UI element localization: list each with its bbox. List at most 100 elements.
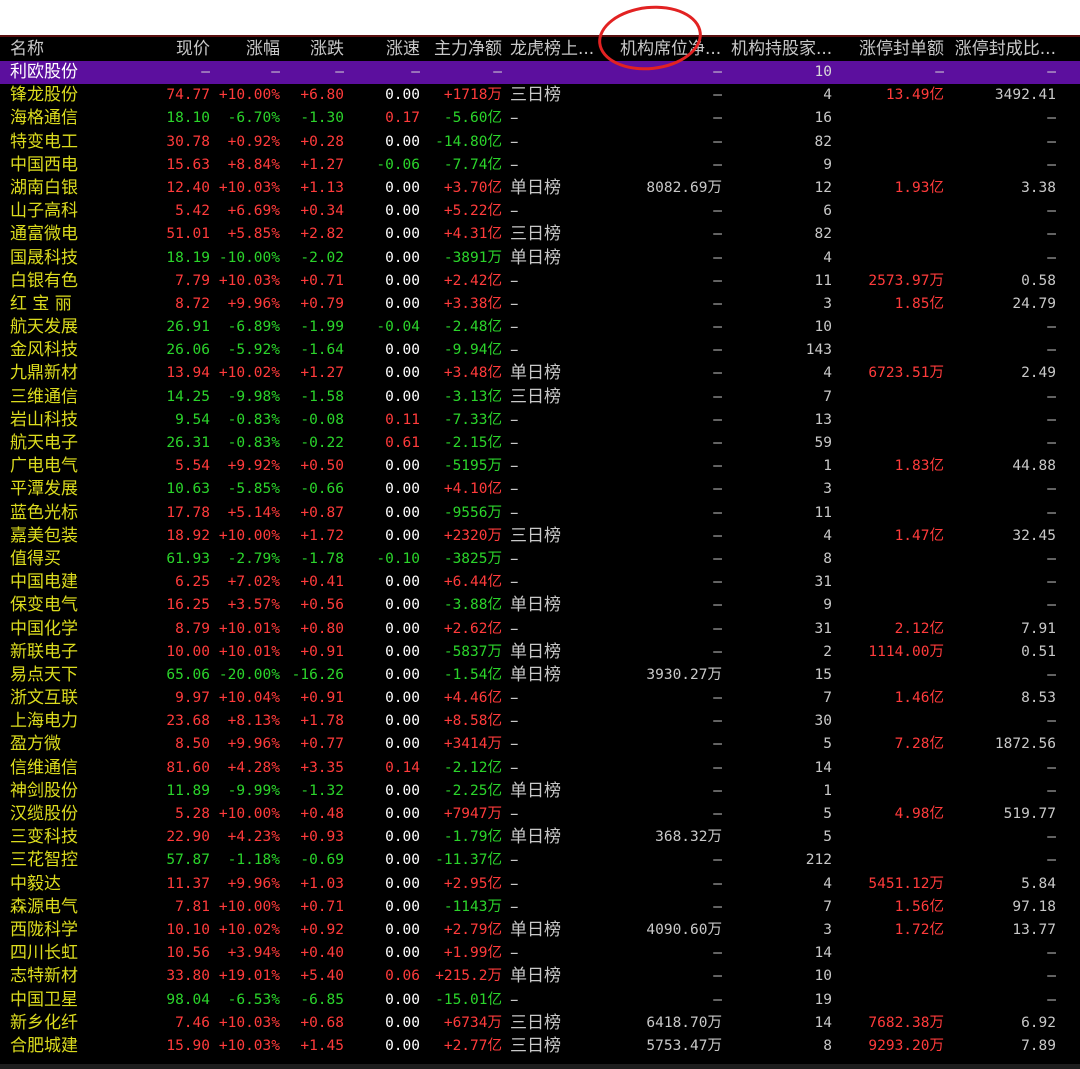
table-row[interactable]: 中国化学 8.79 +10.01% +0.80 0.00 +2.62亿 – –31 2.12亿 7… (0, 618, 1080, 641)
table-row[interactable]: 中国西电 15.63 +8.84% +1.27 -0.06 -7.74亿 – –9– – (0, 154, 1080, 177)
table-row[interactable]: 航天电子 26.31 -0.83% -0.22 0.61 -2.15亿 – –59– – (0, 432, 1080, 455)
cell-main-net: -5195万 (443, 458, 502, 475)
cell-limit-seal-amount: – (935, 226, 944, 243)
cell-limit-seal-ratio: – (1047, 226, 1056, 243)
table-row[interactable]: 上海电力 23.68 +8.13% +1.78 0.00 +8.58亿 – –30– – (0, 710, 1080, 733)
cell-speed: – (411, 64, 420, 80)
cell-limit-seal-ratio: 24.79 (1012, 295, 1056, 312)
cell-dragon-tiger: – (510, 618, 519, 639)
table-row[interactable]: 信维通信 81.60 +4.28% +3.35 0.14 -2.12亿 – –14– – (0, 757, 1080, 780)
cell-main-net: +4.31亿 (443, 226, 502, 243)
table-row[interactable]: 嘉美包装 18.92 +10.00% +1.72 0.00 +2320万 三日榜 – 4 1.47… (0, 525, 1080, 548)
table-row[interactable]: 西陇科学 10.10 +10.02% +0.92 0.00 +2.79亿 单日榜 4090.6… (0, 919, 1080, 942)
cell-limit-seal-ratio: – (1047, 110, 1056, 127)
table-row[interactable]: 平潭发展 10.63 -5.85% -0.66 0.00 +4.10亿 – –3– – (0, 478, 1080, 501)
col-header-limit-seal-amount[interactable]: 涨停封单额 (836, 37, 944, 61)
cell-change-pct: +3.57% (227, 597, 280, 614)
table-row[interactable]: 岩山科技 9.54 -0.83% -0.08 0.11 -7.33亿 – –13– – (0, 409, 1080, 432)
cell-change-pct: +5.14% (227, 504, 280, 521)
cell-change: +0.91 (300, 690, 344, 707)
cell-speed: 0.00 (385, 342, 420, 359)
table-row[interactable]: 神剑股份 11.89 -9.99% -1.32 0.00 -2.25亿 单日榜 – 1 – – (0, 780, 1080, 803)
cell-main-net: -2.48亿 (443, 319, 502, 336)
cell-limit-seal-ratio: – (1047, 782, 1056, 799)
table-row[interactable]: 通富微电 51.01 +5.85% +2.82 0.00 +4.31亿 三日榜 – 82 – – (0, 223, 1080, 246)
table-row[interactable]: 汉缆股份 5.28 +10.00% +0.48 0.00 +7947万 – –5 4.98亿 51… (0, 803, 1080, 826)
table-row[interactable]: 九鼎新材 13.94 +10.02% +1.27 0.00 +3.48亿 单日榜 – 4 6723… (0, 362, 1080, 385)
table-row[interactable]: 白银有色 7.79 +10.03% +0.71 0.00 +2.42亿 – –11 2573.9… (0, 270, 1080, 293)
col-header-name[interactable]: 名称 (10, 37, 140, 61)
cell-change: +0.80 (300, 620, 344, 637)
cell-price: 6.25 (175, 574, 210, 591)
cell-inst-seat-net: – (713, 875, 722, 892)
cell-change-pct: +4.23% (227, 829, 280, 846)
table-row[interactable]: 新乡化纤 7.46 +10.03% +0.68 0.00 +6734万 三日榜 6418.70… (0, 1012, 1080, 1035)
table-row[interactable]: 海格通信 18.10 -6.70% -1.30 0.17 -5.60亿 – –16– – (0, 107, 1080, 130)
cell-speed: 0.00 (385, 597, 420, 614)
col-header-inst-seat-net[interactable]: 机构席位净... (600, 37, 722, 61)
table-row[interactable]: 红 宝 丽 8.72 +9.96% +0.79 0.00 +3.38亿 – –3 1.85亿 24… (0, 293, 1080, 316)
cell-speed: 0.00 (385, 782, 420, 799)
col-header-inst-holders[interactable]: 机构持股家... (726, 37, 832, 61)
table-row[interactable]: 浙文互联 9.97 +10.04% +0.91 0.00 +4.46亿 – –7 1.46亿 8.… (0, 687, 1080, 710)
cell-main-net: -3.88亿 (443, 597, 502, 614)
table-row[interactable]: 国晟科技 18.19 -10.00% -2.02 0.00 -3891万 单日榜 – 4 – – (0, 247, 1080, 270)
cell-stock-name: 易点天下 (10, 664, 78, 685)
table-row[interactable]: 三花智控 57.87 -1.18% -0.69 0.00 -11.37亿 – –212– – (0, 849, 1080, 872)
table-row[interactable]: 志特新材 33.80 +19.01% +5.40 0.06 +215.2万 单日榜 – 10 – – (0, 965, 1080, 988)
cell-price: 8.72 (175, 295, 210, 312)
cell-dragon-tiger: – (510, 734, 519, 755)
cell-price: 9.54 (175, 411, 210, 428)
cell-stock-name: 新乡化纤 (10, 1012, 78, 1033)
table-row[interactable]: 特变电工 30.78 +0.92% +0.28 0.00 -14.80亿 – –82– – (0, 131, 1080, 154)
col-header-price[interactable]: 现价 (140, 37, 210, 61)
col-header-change-pct[interactable]: 涨幅 (212, 37, 280, 61)
cell-inst-holders: 1 (823, 782, 832, 799)
table-row[interactable]: 山子高科 5.42 +6.69% +0.34 0.00 +5.22亿 – –6– – (0, 200, 1080, 223)
col-header-limit-seal-ratio[interactable]: 涨停封成比... (948, 37, 1056, 61)
table-row[interactable]: 中国卫星 98.04 -6.53% -6.85 0.00 -15.01亿 – –19– – (0, 989, 1080, 1012)
table-row[interactable]: 盈方微 8.50 +9.96% +0.77 0.00 +3414万 – –5 7.28亿 1872… (0, 733, 1080, 756)
col-header-change[interactable]: 涨跌 (282, 37, 344, 61)
table-row[interactable]: 锋龙股份 74.77 +10.00% +6.80 0.00 +1718万 三日榜 – 4 13.4… (0, 84, 1080, 107)
cell-inst-seat-net: – (713, 272, 722, 289)
cell-main-net: +2.77亿 (443, 1037, 502, 1054)
cell-stock-name: 汉缆股份 (10, 804, 78, 824)
table-row[interactable]: 森源电气 7.81 +10.00% +0.71 0.00 -1143万 – –7 1.56亿 97… (0, 896, 1080, 919)
table-row[interactable]: 值得买 61.93 -2.79% -1.78 -0.10 -3825万 – –8– – (0, 548, 1080, 571)
table-row[interactable]: 湖南白银 12.40 +10.03% +1.13 0.00 +3.70亿 单日榜 8082.6… (0, 177, 1080, 200)
cell-stock-name: 国晟科技 (10, 247, 78, 268)
cell-limit-seal-ratio: 44.88 (1012, 458, 1056, 475)
table-row[interactable]: 易点天下 65.06 -20.00% -16.26 0.00 -1.54亿 单日榜 3930.… (0, 664, 1080, 687)
cell-inst-seat-net: – (713, 643, 722, 660)
cell-change-pct: +10.01% (218, 643, 280, 660)
col-header-dragon-tiger[interactable]: 龙虎榜上... (510, 37, 598, 61)
table-row[interactable]: 保变电气 16.25 +3.57% +0.56 0.00 -3.88亿 单日榜 – 9 – – (0, 594, 1080, 617)
cell-dragon-tiger: 单日榜 (510, 595, 561, 616)
table-row[interactable]: 蓝色光标 17.78 +5.14% +0.87 0.00 -9556万 – –11– – (0, 502, 1080, 525)
table-row[interactable]: 新联电子 10.00 +10.01% +0.91 0.00 -5837万 单日榜 – 2 1114… (0, 641, 1080, 664)
table-row[interactable]: 中国电建 6.25 +7.02% +0.41 0.00 +6.44亿 – –31– – (0, 571, 1080, 594)
cell-inst-holders: 3 (823, 481, 832, 498)
table-row[interactable]: 航天发展 26.91 -6.89% -1.99 -0.04 -2.48亿 – –10– – (0, 316, 1080, 339)
table-row[interactable]: 三维通信 14.25 -9.98% -1.58 0.00 -3.13亿 三日榜 – 7 – – (0, 386, 1080, 409)
cell-change: -1.30 (300, 110, 344, 127)
table-row[interactable]: 利欧股份 – – – – – – 10 – – (0, 61, 1080, 85)
table-row[interactable]: 中毅达 11.37 +9.96% +1.03 0.00 +2.95亿 – –4 5451.12万… (0, 873, 1080, 896)
table-row[interactable]: 广电电气 5.54 +9.92% +0.50 0.00 -5195万 – –1 1.83亿 44.… (0, 455, 1080, 478)
cell-limit-seal-ratio: – (1047, 203, 1056, 220)
cell-main-net: -3825万 (443, 550, 502, 567)
cell-main-net: -9.94亿 (443, 342, 502, 359)
cell-limit-seal-amount: 2.12亿 (894, 620, 944, 637)
table-row[interactable]: 三变科技 22.90 +4.23% +0.93 0.00 -1.79亿 单日榜 368.32万… (0, 826, 1080, 849)
cell-limit-seal-amount: 1.56亿 (894, 898, 944, 915)
cell-inst-holders: 59 (814, 435, 832, 451)
cell-price: 13.94 (166, 365, 210, 382)
table-row[interactable]: 金风科技 26.06 -5.92% -1.64 0.00 -9.94亿 – –143– – (0, 339, 1080, 362)
col-header-speed[interactable]: 涨速 (346, 37, 420, 61)
cell-inst-holders: 10 (814, 319, 832, 336)
table-row[interactable]: 合肥城建 15.90 +10.03% +1.45 0.00 +2.77亿 三日榜 5753.4… (0, 1035, 1080, 1058)
col-header-main-net[interactable]: 主力净额 (422, 37, 502, 61)
table-row[interactable]: 四川长虹 10.56 +3.94% +0.40 0.00 +1.99亿 – –14– – (0, 942, 1080, 965)
bottom-scrollbar[interactable] (0, 1064, 1080, 1069)
